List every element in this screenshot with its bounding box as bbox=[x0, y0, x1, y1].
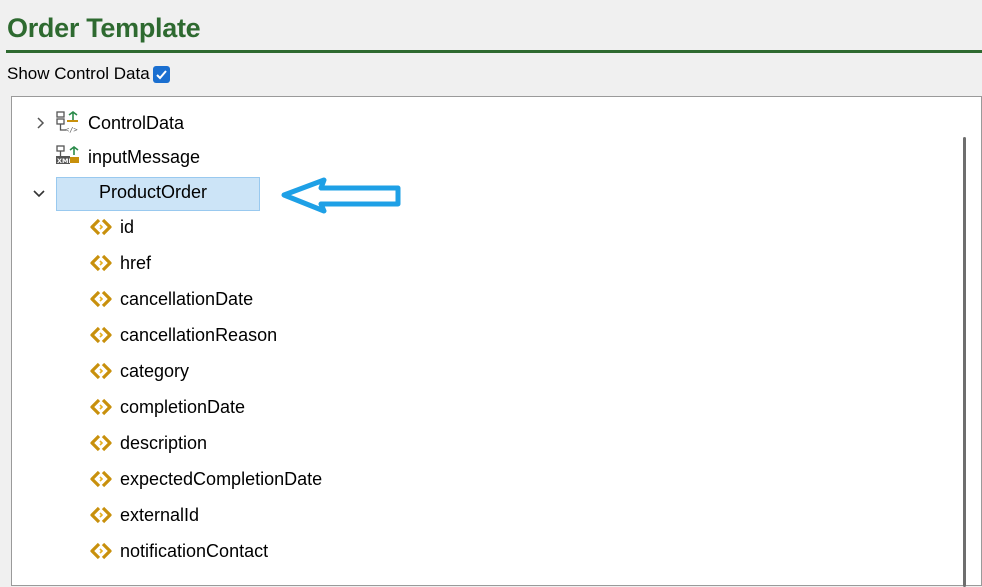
xml-element-icon bbox=[88, 469, 112, 491]
chevron-down-icon[interactable] bbox=[31, 186, 47, 202]
tree-node-label: notificationContact bbox=[120, 541, 269, 561]
xml-element-icon bbox=[88, 433, 112, 455]
xml-message-icon: XML bbox=[56, 145, 80, 167]
xml-element-icon bbox=[88, 361, 112, 383]
xml-element-icon bbox=[88, 397, 112, 419]
tree-node-expectedCompletionDate[interactable]: expectedCompletionDate bbox=[12, 465, 432, 493]
tree-node-label: cancellationDate bbox=[120, 289, 254, 309]
tree-panel[interactable]: </> ControlData XML inputMessage Product… bbox=[11, 96, 982, 587]
annotation-arrow bbox=[281, 177, 401, 214]
tree-node-description[interactable]: description bbox=[12, 429, 432, 457]
tree-node-label: category bbox=[120, 361, 190, 381]
vertical-scrollbar[interactable] bbox=[963, 137, 966, 587]
tree-node-externalId[interactable]: externalId bbox=[12, 501, 432, 529]
tree-node-label: externalId bbox=[120, 505, 200, 525]
tree-node-input-message[interactable]: XML inputMessage bbox=[12, 143, 412, 171]
tree-node-label: id bbox=[120, 217, 135, 237]
title-divider bbox=[6, 50, 982, 53]
xml-element-icon bbox=[88, 505, 112, 527]
tree-node-completionDate[interactable]: completionDate bbox=[12, 393, 432, 421]
xml-element-icon bbox=[88, 217, 112, 239]
show-control-data-checkbox[interactable] bbox=[152, 65, 170, 83]
tree-node-cancellationReason[interactable]: cancellationReason bbox=[12, 321, 432, 349]
tree-node-id[interactable]: id bbox=[12, 213, 432, 241]
page-title: Order Template bbox=[7, 13, 201, 43]
tree-node-label: ProductOrder bbox=[99, 182, 208, 202]
show-control-data-toggle[interactable]: Show Control Data bbox=[7, 63, 170, 85]
chevron-right-icon[interactable] bbox=[33, 115, 49, 131]
tree-node-label: description bbox=[120, 433, 208, 453]
xml-element-icon bbox=[88, 253, 112, 275]
xml-element-icon bbox=[88, 289, 112, 311]
tree-node-label: expectedCompletionDate bbox=[120, 469, 323, 489]
tree-node-label: href bbox=[120, 253, 152, 273]
tree-node-cancellationDate[interactable]: cancellationDate bbox=[12, 285, 432, 313]
tree-node-category[interactable]: category bbox=[12, 357, 432, 385]
tree-node-label: inputMessage bbox=[88, 147, 201, 167]
checkmark-icon bbox=[155, 69, 167, 79]
xml-element-icon bbox=[88, 541, 112, 563]
schema-tree-icon: </> bbox=[56, 111, 80, 134]
tree-node-label: ControlData bbox=[88, 113, 185, 133]
tree-node-label: cancellationReason bbox=[120, 325, 278, 345]
tree-node-href[interactable]: href bbox=[12, 249, 432, 277]
svg-text:</>: </> bbox=[65, 126, 78, 133]
tree-node-notificationContact[interactable]: notificationContact bbox=[12, 537, 432, 565]
show-control-data-label: Show Control Data bbox=[7, 64, 150, 83]
tree-node-control-data[interactable]: </> ControlData bbox=[12, 109, 412, 137]
xml-element-icon bbox=[88, 325, 112, 347]
tree-node-label: completionDate bbox=[120, 397, 246, 417]
